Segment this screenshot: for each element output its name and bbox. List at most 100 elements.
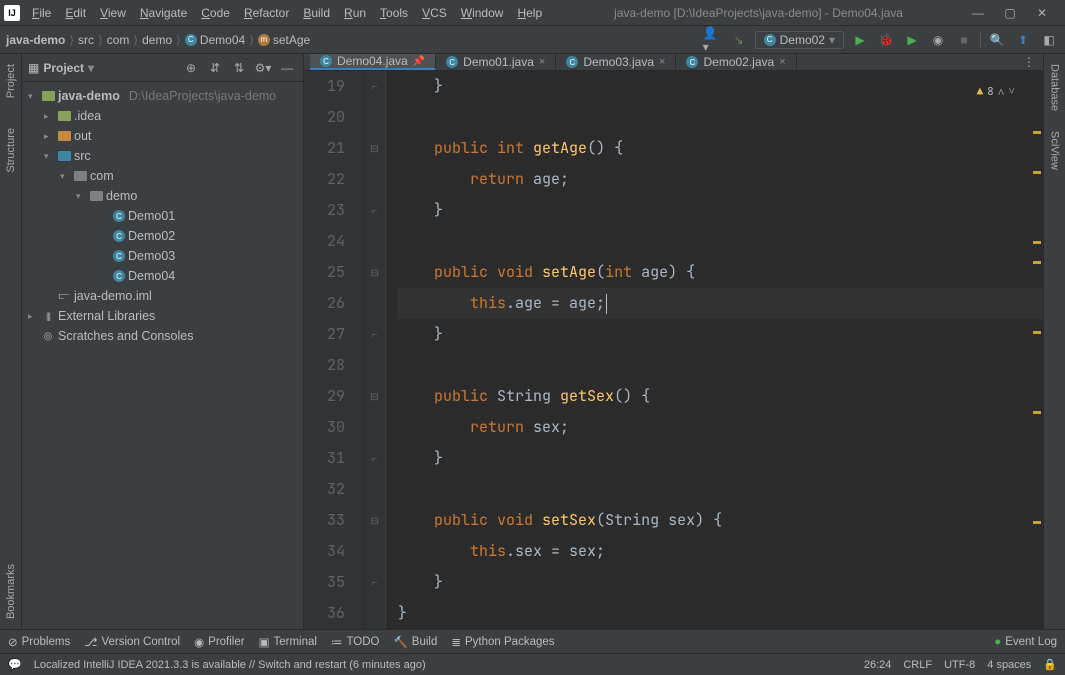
user-icon[interactable]: 👤▾ (703, 30, 723, 50)
tool-structure[interactable]: Structure (5, 128, 17, 173)
library-icon (41, 309, 55, 323)
menu-file[interactable]: File (26, 4, 57, 22)
hide-panel-icon[interactable]: — (277, 58, 297, 78)
tree-idea[interactable]: ▸.idea (22, 106, 303, 126)
line-number-gutter[interactable]: 192021222324252627282930313233343536 (304, 71, 364, 629)
run-config-selector[interactable]: C Demo02 ▾ (755, 31, 844, 49)
menu-vcs[interactable]: VCS (416, 4, 453, 22)
run-config-label: Demo02 (780, 33, 825, 47)
event-log[interactable]: ● Event Log (994, 636, 1057, 648)
menu-view[interactable]: View (94, 4, 132, 22)
tree-iml[interactable]: ⫍java-demo.iml (22, 286, 303, 306)
menu-edit[interactable]: Edit (59, 4, 92, 22)
stop-button[interactable]: ■ (954, 30, 974, 50)
tree-src[interactable]: ▾src (22, 146, 303, 166)
tree-class-demo04[interactable]: C Demo04 (22, 266, 303, 286)
editor-tab[interactable]: CDemo03.java× (556, 54, 676, 70)
code-text-area[interactable]: ▲ 8 ʌ ˅ } public int getAge() { return a… (386, 71, 1043, 629)
menu-run[interactable]: Run (338, 4, 372, 22)
debug-button[interactable]: 🐞 (876, 30, 896, 50)
tree-out[interactable]: ▸out (22, 126, 303, 146)
pin-icon[interactable]: 📌 (413, 56, 425, 67)
fold-gutter[interactable]: ⌐⊟⌐⊟⌐⊟⌐⊟⌐ (364, 71, 386, 629)
breadcrumb-item[interactable]: demo (142, 33, 172, 47)
profile-button[interactable]: ◉ (928, 30, 948, 50)
tree-class-demo03[interactable]: C Demo03 (22, 246, 303, 266)
tree-root[interactable]: ▾ java-demoD:\IdeaProjects\java-demo (22, 86, 303, 106)
locate-icon[interactable]: ⊕ (181, 58, 201, 78)
status-encoding[interactable]: UTF-8 (944, 659, 975, 671)
right-tool-stripe: Database SciView (1043, 54, 1065, 629)
tool-build[interactable]: 🔨 Build (393, 635, 437, 649)
menu-window[interactable]: Window (455, 4, 510, 22)
tree-external-libraries[interactable]: ▸External Libraries (22, 306, 303, 326)
coverage-button[interactable]: ▶ (902, 30, 922, 50)
tool-problems[interactable]: ⊘ Problems (8, 635, 70, 649)
tree-scratches[interactable]: ◎Scratches and Consoles (22, 326, 303, 346)
collapse-all-icon[interactable]: ⇅ (229, 58, 249, 78)
breadcrumb-item[interactable]: src (78, 33, 94, 47)
menu-navigate[interactable]: Navigate (134, 4, 193, 22)
tree-class-demo02[interactable]: C Demo02 (22, 226, 303, 246)
build-hammer-icon[interactable]: ↘ (729, 30, 749, 50)
tool-todo[interactable]: ≔ TODO (331, 635, 380, 649)
project-panel-title[interactable]: Project ▾ (43, 61, 94, 75)
expand-all-icon[interactable]: ⇵ (205, 58, 225, 78)
breadcrumb-item[interactable]: com (107, 33, 130, 47)
menu-code[interactable]: Code (195, 4, 236, 22)
tool-project[interactable]: Project (5, 64, 17, 98)
close-tab-icon[interactable]: × (659, 56, 665, 68)
close-button[interactable]: ✕ (1033, 6, 1051, 20)
update-icon[interactable]: ⬆ (1013, 30, 1033, 50)
left-tool-stripe: Project Structure Bookmarks (0, 54, 22, 629)
project-tree[interactable]: ▾ java-demoD:\IdeaProjects\java-demo ▸.i… (22, 82, 303, 629)
breadcrumb-item[interactable]: msetAge (258, 33, 310, 47)
class-icon: C (566, 56, 578, 68)
status-indent[interactable]: 4 spaces (987, 659, 1031, 671)
project-panel: ▦ Project ▾ ⊕ ⇵ ⇅ ⚙▾ — ▾ java-demoD:\Ide… (22, 54, 304, 629)
tool-python-packages[interactable]: ≣ Python Packages (451, 635, 554, 649)
next-highlight-icon[interactable]: ˅ (1008, 77, 1015, 108)
tool-vcs[interactable]: ⎇ Version Control (84, 635, 180, 649)
tool-database[interactable]: Database (1049, 64, 1061, 111)
search-icon[interactable]: 🔍 (987, 30, 1007, 50)
ide-settings-icon[interactable]: ◧ (1039, 30, 1059, 50)
breadcrumb-item[interactable]: CDemo04 (185, 33, 245, 47)
prev-highlight-icon[interactable]: ʌ (998, 77, 1005, 108)
status-eol[interactable]: CRLF (903, 659, 932, 671)
menu-tools[interactable]: Tools (374, 4, 414, 22)
maximize-button[interactable]: ▢ (1001, 6, 1019, 20)
class-icon: C (764, 34, 776, 46)
minimize-button[interactable]: — (969, 6, 987, 20)
project-scope-icon: ▦ (28, 61, 39, 75)
breadcrumb: java-demo⟩src⟩com⟩demo⟩CDemo04⟩msetAge (6, 33, 310, 47)
bottom-tool-stripe: ⊘ Problems ⎇ Version Control ◉ Profiler … (0, 629, 1065, 653)
code-editor[interactable]: 192021222324252627282930313233343536 ⌐⊟⌐… (304, 71, 1043, 629)
status-caret-pos[interactable]: 26:24 (864, 659, 892, 671)
tool-sciview[interactable]: SciView (1049, 131, 1061, 170)
error-stripe[interactable] (1031, 71, 1043, 629)
tool-bookmarks[interactable]: Bookmarks (5, 564, 17, 619)
tree-class-demo01[interactable]: C Demo01 (22, 206, 303, 226)
close-tab-icon[interactable]: × (779, 56, 785, 68)
titlebar: IJ FileEditViewNavigateCodeRefactorBuild… (0, 0, 1065, 26)
breadcrumb-item[interactable]: java-demo (6, 33, 65, 47)
tool-profiler[interactable]: ◉ Profiler (194, 635, 244, 649)
status-readonly-icon[interactable]: 🔒 (1043, 658, 1057, 671)
menu-refactor[interactable]: Refactor (238, 4, 295, 22)
tool-terminal[interactable]: ▣ Terminal (259, 635, 317, 649)
editor-tab[interactable]: CDemo02.java× (676, 54, 796, 70)
menu-build[interactable]: Build (297, 4, 336, 22)
tabs-more-icon[interactable]: ⋮ (1015, 54, 1043, 70)
settings-gear-icon[interactable]: ⚙▾ (253, 58, 273, 78)
editor-tab[interactable]: CDemo01.java× (436, 54, 556, 70)
inspections-widget[interactable]: ▲ 8 ʌ ˅ (977, 77, 1015, 108)
status-notification-icon[interactable]: 💬 (8, 658, 22, 671)
tree-demo[interactable]: ▾demo (22, 186, 303, 206)
editor-tab[interactable]: CDemo04.java📌 (310, 54, 436, 70)
menu-help[interactable]: Help (511, 4, 548, 22)
run-button[interactable]: ▶ (850, 30, 870, 50)
tree-com[interactable]: ▾com (22, 166, 303, 186)
status-message[interactable]: Localized IntelliJ IDEA 2021.3.3 is avai… (34, 659, 426, 671)
close-tab-icon[interactable]: × (539, 56, 545, 68)
